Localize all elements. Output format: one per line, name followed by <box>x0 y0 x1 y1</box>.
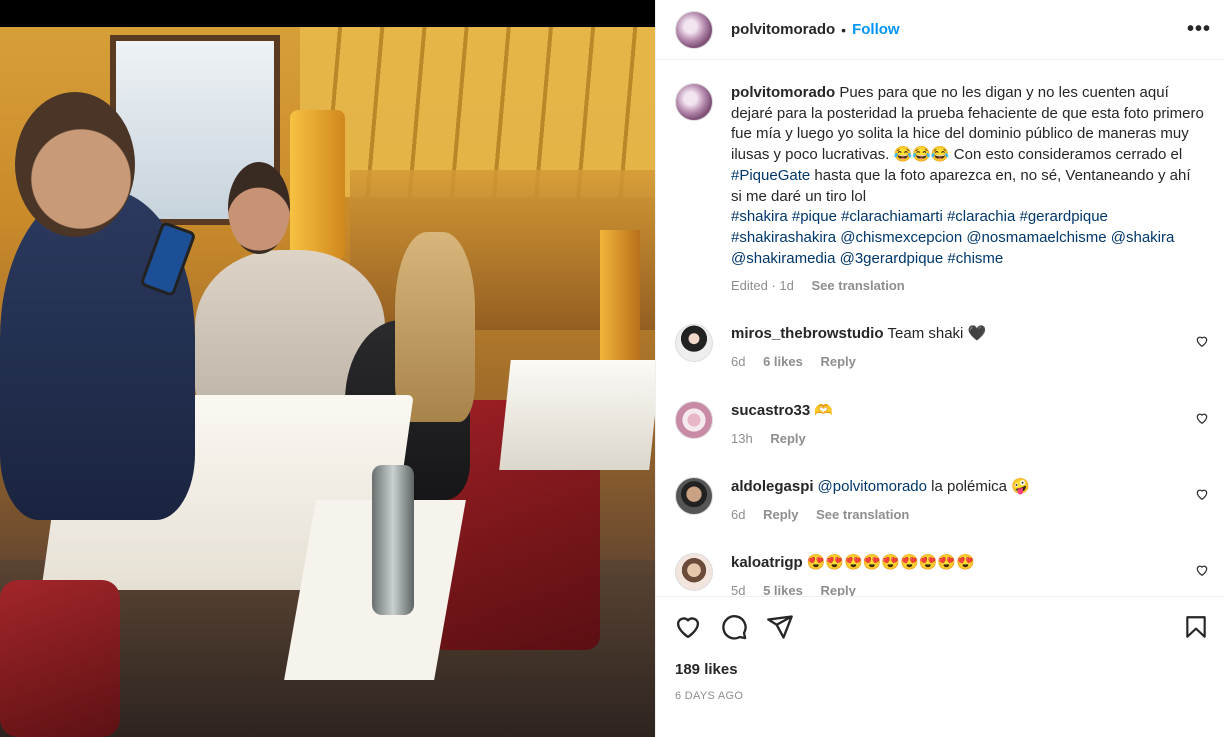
heart-icon[interactable] <box>1195 411 1209 425</box>
heart-icon[interactable] <box>674 613 702 641</box>
follow-button[interactable]: Follow <box>852 21 900 38</box>
heart-icon[interactable] <box>1195 563 1209 577</box>
comment-time: 6d <box>731 354 746 369</box>
post-time: 6 DAYS AGO <box>675 690 744 702</box>
photo-pillar <box>600 230 640 370</box>
avatar[interactable] <box>675 401 713 439</box>
caption-meta: Edited · 1d See translation <box>731 276 1205 297</box>
comment-text: 🫶 <box>814 402 833 419</box>
reply-button[interactable]: Reply <box>763 507 798 522</box>
post-photo[interactable] <box>0 0 655 737</box>
heart-icon[interactable] <box>1195 334 1209 348</box>
comment-likes[interactable]: 5 likes <box>763 583 803 596</box>
comment-item: kaloatrigp 😍😍😍😍😍😍😍😍😍 5d 5 likes Reply <box>675 553 1215 596</box>
post-caption: polvitomorado Pues para que no les digan… <box>675 83 1205 297</box>
avatar[interactable] <box>675 553 713 591</box>
comment-text: la polémica 🤪 <box>926 478 1030 495</box>
avatar[interactable] <box>675 83 713 121</box>
comment-time: 5d <box>731 583 746 596</box>
reply-button[interactable]: Reply <box>820 354 855 369</box>
avatar[interactable] <box>675 10 713 49</box>
comments-scroll-area[interactable]: polvitomorado Pues para que no les digan… <box>656 61 1224 596</box>
photo-person-head <box>228 162 290 254</box>
photo-bottle <box>372 465 414 615</box>
bookmark-icon[interactable] <box>1183 613 1209 641</box>
reply-button[interactable]: Reply <box>820 583 855 596</box>
reply-button[interactable]: Reply <box>770 431 805 446</box>
comment-username[interactable]: kaloatrigp <box>731 554 803 571</box>
see-translation-link[interactable]: See translation <box>816 507 909 522</box>
comment-time: 6d <box>731 507 746 522</box>
comment-item: miros_thebrowstudio Team shaki 🖤 6d 6 lik… <box>675 324 1215 372</box>
comment-username[interactable]: miros_thebrowstudio <box>731 325 884 342</box>
see-translation-link[interactable]: See translation <box>812 278 905 293</box>
post-side-panel: polvitomorado • Follow ••• polvitomorado… <box>655 0 1224 737</box>
heart-icon[interactable] <box>1195 487 1209 501</box>
comment-username[interactable]: aldolegaspi <box>731 478 814 495</box>
more-icon[interactable]: ••• <box>1187 18 1211 41</box>
post-header: polvitomorado • Follow ••• <box>656 0 1224 60</box>
caption-username[interactable]: polvitomorado <box>731 84 835 101</box>
comment-icon[interactable] <box>720 613 748 641</box>
mention-link[interactable]: @polvitomorado <box>818 478 927 495</box>
photo-person-head <box>15 92 135 237</box>
avatar[interactable] <box>675 477 713 515</box>
photo-top-bar <box>0 0 655 27</box>
comment-username[interactable]: sucastro33 <box>731 402 810 419</box>
separator-dot: • <box>841 21 847 38</box>
post-actions: 189 likes 6 DAYS AGO <box>656 596 1224 737</box>
comment-item: aldolegaspi @polvitomorado la polémica 🤪 … <box>675 477 1215 525</box>
hashtag-list[interactable]: #shakira #pique #clarachiamarti #clarach… <box>731 208 1174 266</box>
hashtag-link[interactable]: #PiqueGate <box>731 167 810 184</box>
share-icon[interactable] <box>766 613 794 641</box>
comment-time: 13h <box>731 431 753 446</box>
likes-count[interactable]: 189 likes <box>675 661 738 678</box>
comment-likes[interactable]: 6 likes <box>763 354 803 369</box>
edited-time: Edited · 1d <box>731 278 794 294</box>
comment-text: Team shaki 🖤 <box>887 325 987 342</box>
post-username[interactable]: polvitomorado <box>731 21 835 38</box>
comment-item: sucastro33 🫶 13h Reply <box>675 401 1215 449</box>
photo-table <box>499 360 655 470</box>
photo-person-head <box>395 232 475 422</box>
photo-pillar <box>290 110 345 260</box>
photo-booth <box>0 580 120 737</box>
avatar[interactable] <box>675 324 713 362</box>
comment-text: 😍😍😍😍😍😍😍😍😍 <box>806 554 975 571</box>
